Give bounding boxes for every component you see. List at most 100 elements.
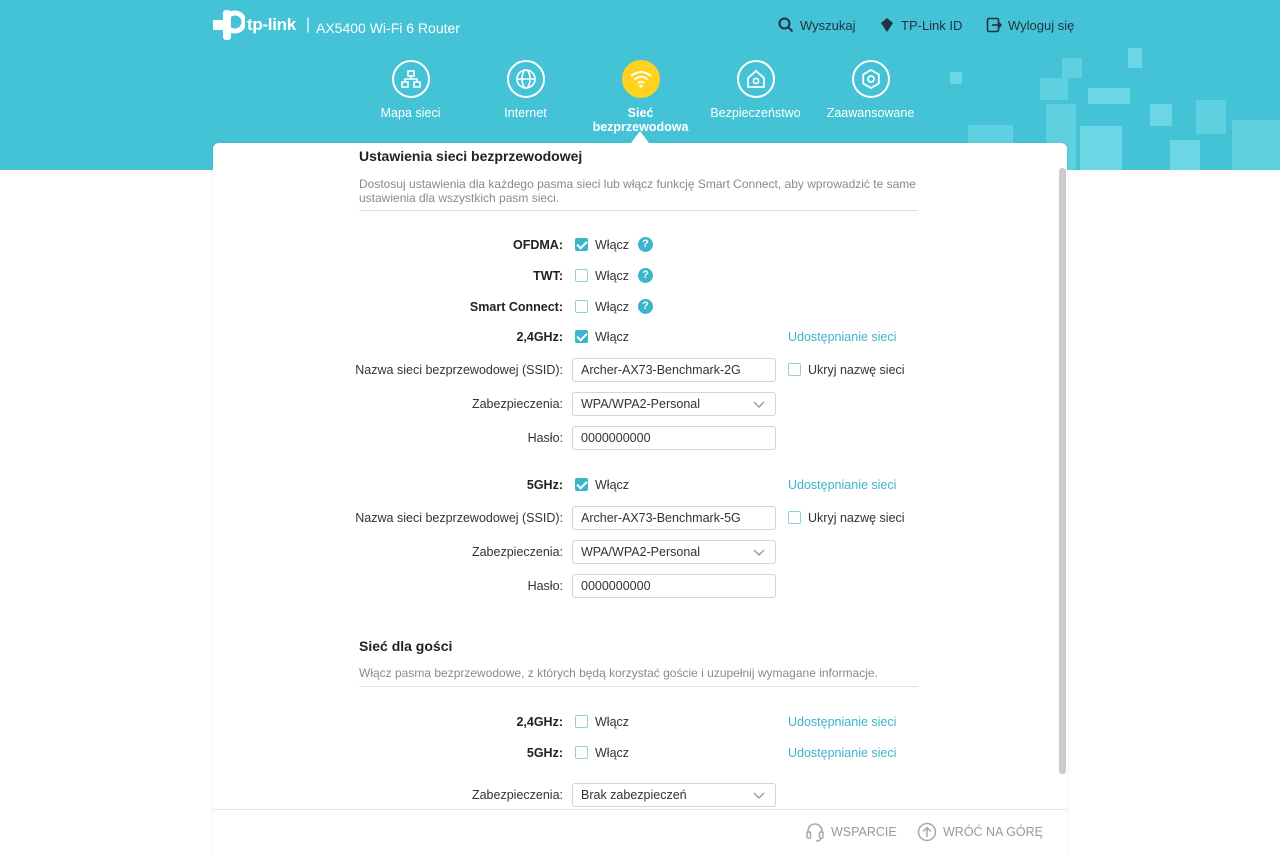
twt-enable-label: Włącz (595, 269, 630, 283)
nav-advanced[interactable]: Zaawansowane (813, 60, 928, 120)
band-5-hide-ssid-label: Ukryj nazwę sieci (808, 511, 905, 525)
band-24-share-link[interactable]: Udostępnianie sieci (788, 330, 896, 344)
decor-pixel (1170, 140, 1200, 170)
help-icon[interactable]: ? (638, 268, 653, 283)
guest-band-24-share-link[interactable]: Udostępnianie sieci (788, 715, 896, 729)
nav-label: Sieć bezprzewodowa (592, 106, 689, 134)
divider (359, 210, 918, 211)
twt-label: TWT: (533, 269, 563, 283)
band-5-ssid-input[interactable]: Archer-AX73-Benchmark-5G (572, 506, 776, 530)
tplink-id-icon (881, 18, 893, 32)
decor-pixel (950, 72, 962, 84)
decor-pixel (1128, 48, 1142, 68)
band-24-hide-ssid-label: Ukryj nazwę sieci (808, 363, 905, 377)
logout-label: Wyloguj się (1008, 17, 1075, 33)
guest-band-5-label: 5GHz: (526, 746, 563, 760)
router-model: AX5400 Wi-Fi 6 Router (316, 20, 460, 36)
decor-pixel (1232, 120, 1280, 170)
guest-network-title: Sieć dla gości (359, 638, 453, 654)
help-icon[interactable]: ? (638, 237, 653, 252)
ofdma-checkbox[interactable] (575, 238, 588, 251)
nav-network-map[interactable]: Mapa sieci (353, 60, 468, 120)
band-5-enable-label: Włącz (595, 478, 630, 492)
tplink-logo[interactable]: tp-link | (213, 10, 320, 40)
nav-label: Zaawansowane (826, 106, 915, 120)
band-5-ssid-label: Nazwa sieci bezprzewodowej (SSID): (355, 511, 563, 525)
band-5-share-link[interactable]: Udostępnianie sieci (788, 478, 896, 492)
band-5-security-select[interactable]: WPA/WPA2-Personal (572, 540, 776, 564)
band-24-password-label: Hasło: (527, 431, 563, 445)
chevron-down-icon (753, 549, 765, 556)
smart-connect-checkbox[interactable] (575, 300, 588, 313)
active-nav-caret (631, 131, 649, 143)
band-24-security-select[interactable]: WPA/WPA2-Personal (572, 392, 776, 416)
divider (359, 686, 918, 687)
search-label: Wyszukaj (800, 17, 856, 33)
band-24-checkbox[interactable] (575, 330, 588, 343)
back-to-top-label: WRÓĆ NA GÓRĘ (943, 825, 1044, 839)
logout-icon (986, 17, 1002, 33)
band-24-ssid-input[interactable]: Archer-AX73-Benchmark-2G (572, 358, 776, 382)
smart-connect-label: Smart Connect: (469, 300, 563, 314)
help-icon[interactable]: ? (638, 299, 653, 314)
wireless-settings-description: Dostosuj ustawienia dla każdego pasma si… (359, 177, 916, 205)
band-24-password-input[interactable]: 0000000000 (572, 426, 776, 450)
guest-band-5-enable-label: Włącz (595, 746, 630, 760)
band-24-security-value: WPA/WPA2-Personal (581, 397, 701, 411)
guest-band-24-checkbox[interactable] (575, 715, 588, 728)
twt-checkbox[interactable] (575, 269, 588, 282)
nav-wireless[interactable]: Sieć bezprzewodowa (583, 60, 698, 134)
home-security-icon (736, 60, 775, 98)
band-24-ssid-label: Nazwa sieci bezprzewodowej (SSID): (355, 363, 563, 377)
nav-security[interactable]: Bezpieczeństwo (698, 60, 813, 120)
band-5-hide-ssid-checkbox[interactable] (788, 511, 801, 524)
globe-icon (506, 60, 545, 98)
guest-security-label: Zabezpieczenia: (471, 788, 563, 802)
search-button[interactable]: Wyszukaj (778, 17, 856, 33)
decor-pixel (1080, 126, 1122, 170)
nav-label: Internet (504, 106, 547, 120)
guest-band-5-checkbox[interactable] (575, 746, 588, 759)
band-5-password-label: Hasło: (527, 579, 563, 593)
decor-pixel (1088, 88, 1130, 104)
ofdma-label: OFDMA: (513, 238, 563, 252)
support-label: WSPARCIE (831, 825, 897, 839)
nav-label: Bezpieczeństwo (710, 106, 801, 120)
band-5-security-value: WPA/WPA2-Personal (581, 545, 701, 559)
gear-icon (851, 60, 890, 98)
brand-name: tp-link (247, 15, 296, 34)
nav-internet[interactable]: Internet (468, 60, 583, 120)
band-5-checkbox[interactable] (575, 478, 588, 491)
band-5-label: 5GHz: (526, 478, 563, 492)
band-5-security-label: Zabezpieczenia: (471, 545, 563, 559)
scrollbar[interactable] (1059, 168, 1066, 774)
logout-button[interactable]: Wyloguj się (986, 17, 1074, 33)
search-icon (778, 17, 794, 33)
chevron-down-icon (753, 792, 765, 799)
band-24-enable-label: Włącz (595, 330, 630, 344)
decor-pixel (1062, 58, 1082, 78)
decor-pixel (1040, 78, 1068, 100)
band-24-label: 2,4GHz: (516, 330, 563, 344)
guest-security-value: Brak zabezpieczeń (581, 788, 687, 802)
guest-band-5-share-link[interactable]: Udostępnianie sieci (788, 746, 896, 760)
support-button[interactable]: WSPARCIE (805, 822, 897, 842)
band-24-security-label: Zabezpieczenia: (471, 397, 563, 411)
smart-connect-enable-label: Włącz (595, 300, 630, 314)
ofdma-enable-label: Włącz (595, 238, 630, 252)
band-24-hide-ssid-checkbox[interactable] (788, 363, 801, 376)
network-map-icon (391, 60, 430, 98)
brand-separator: | (305, 16, 311, 33)
tplink-id-button[interactable]: TP-Link ID (879, 17, 962, 33)
nav-label: Mapa sieci (380, 106, 441, 120)
decor-pixel (1150, 104, 1172, 126)
band-5-password-input[interactable]: 0000000000 (572, 574, 776, 598)
guest-band-24-label: 2,4GHz: (516, 715, 563, 729)
guest-security-select[interactable]: Brak zabezpieczeń (572, 783, 776, 807)
guest-band-24-enable-label: Włącz (595, 715, 630, 729)
back-to-top-button[interactable]: WRÓĆ NA GÓRĘ (917, 822, 1043, 842)
arrow-up-circle-icon (917, 822, 937, 842)
wifi-icon (621, 60, 660, 98)
guest-network-description: Włącz pasma bezprzewodowe, z których będ… (359, 666, 878, 680)
headset-icon (806, 823, 824, 842)
